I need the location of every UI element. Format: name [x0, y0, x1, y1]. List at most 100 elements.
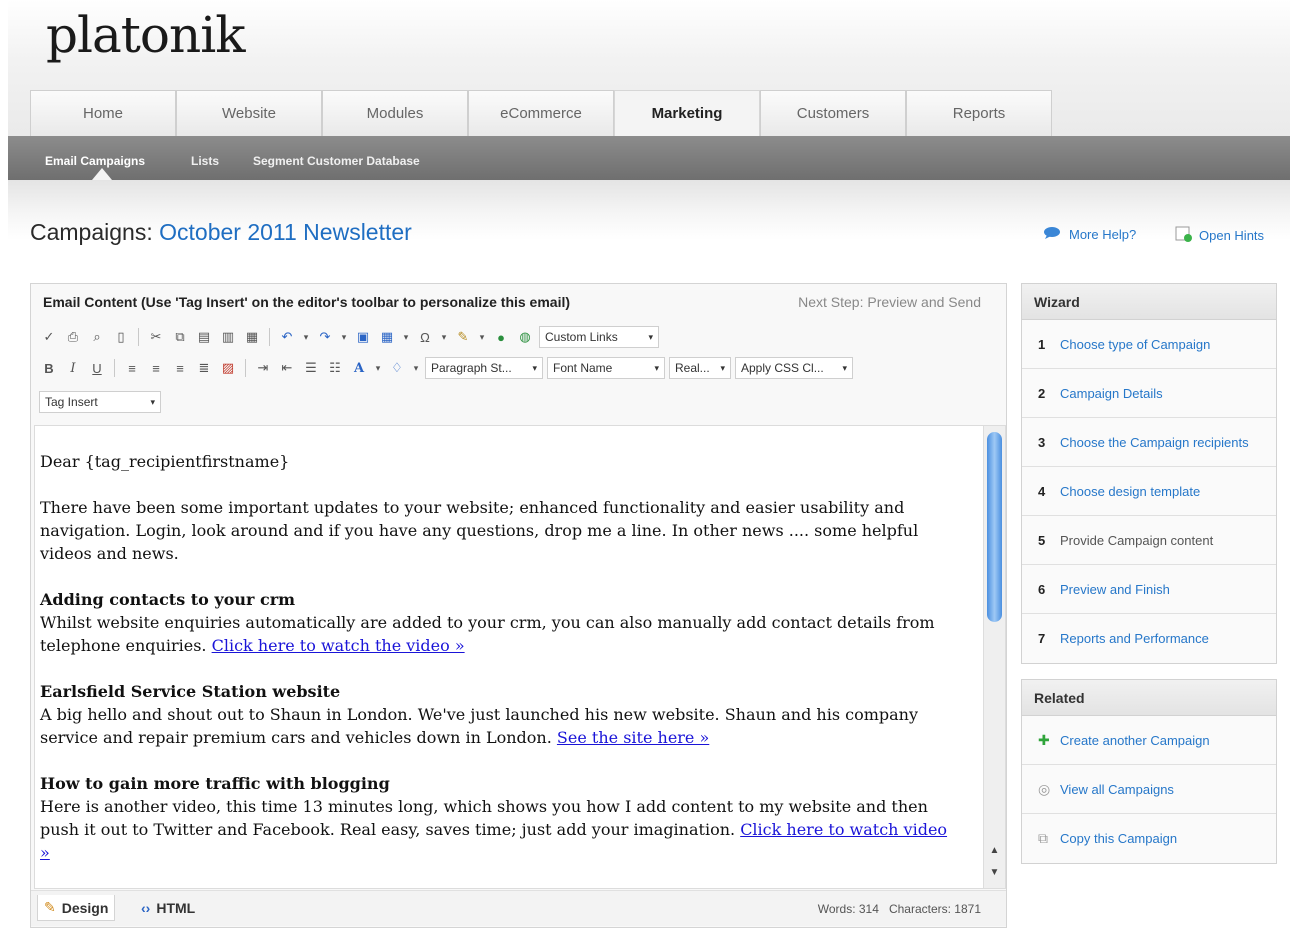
email-content-panel: Email Content (Use 'Tag Insert' on the e… [30, 283, 1007, 928]
word-count: Words: 314 [817, 902, 879, 916]
new-document-icon[interactable]: ▯ [111, 327, 131, 347]
wizard-title: Wizard [1022, 284, 1276, 320]
special-character-icon[interactable]: Ω [415, 327, 435, 347]
outdent-icon[interactable]: ⇤ [277, 358, 297, 378]
tab-home[interactable]: Home [30, 90, 176, 136]
bold-icon[interactable]: B [39, 358, 59, 378]
watch-video-link[interactable]: Click here to watch the video » [212, 636, 465, 655]
view-all-campaigns[interactable]: ◎ View all Campaigns [1022, 765, 1276, 814]
numbered-list-icon[interactable]: ☰ [301, 358, 321, 378]
justify-icon[interactable]: ≣ [194, 358, 214, 378]
step-number: 7 [1038, 631, 1046, 646]
editor-toolbar-row-2: B I U ≡ ≡ ≡ ≣ ▨ ⇥ ⇤ ☰ ☷ A ▾ ♢ ▾ Paragrap… [39, 355, 853, 381]
underline-icon[interactable]: U [87, 358, 107, 378]
email-section-2: Earlsfield Service Station website A big… [40, 680, 960, 749]
scrollbar-thumb[interactable] [987, 432, 1002, 622]
apply-css-class-select[interactable]: Apply CSS Cl... ▾ [735, 357, 853, 379]
align-right-icon[interactable]: ≡ [170, 358, 190, 378]
redo-icon[interactable]: ↷ [315, 327, 335, 347]
editor-header: Email Content (Use 'Tag Insert' on the e… [31, 284, 1006, 320]
toolbar-separator [138, 328, 139, 346]
pencil-icon: ✎ [44, 899, 56, 915]
paste-word-icon[interactable]: ▦ [242, 327, 262, 347]
step-label: Provide Campaign content [1060, 532, 1214, 548]
table-icon[interactable]: ▦ [377, 327, 397, 347]
tab-customers[interactable]: Customers [760, 90, 906, 136]
tab-modules[interactable]: Modules [322, 90, 468, 136]
cut-icon[interactable]: ✂ [146, 327, 166, 347]
font-color-dropdown-icon[interactable]: ▾ [373, 358, 383, 378]
more-help-link[interactable]: More Help? [1043, 226, 1136, 243]
design-mode-tab[interactable]: ✎ Design [37, 895, 116, 921]
tab-ecommerce[interactable]: eCommerce [468, 90, 614, 136]
highlight-color-icon[interactable]: ♢ [387, 358, 407, 378]
font-color-icon[interactable]: A [349, 358, 369, 378]
subnav-email-campaigns[interactable]: Email Campaigns [45, 154, 145, 168]
email-body-editor[interactable]: Dear {tag_recipientfirstname} There have… [34, 425, 1006, 889]
align-center-icon[interactable]: ≡ [146, 358, 166, 378]
chevron-down-icon: ▾ [720, 362, 725, 373]
chevron-down-icon: ▾ [654, 362, 659, 373]
tab-marketing[interactable]: Marketing [614, 90, 760, 136]
wizard-step-4[interactable]: 4 Choose design template [1022, 467, 1276, 516]
font-size-select[interactable]: Real... ▾ [669, 357, 731, 379]
spellcheck-icon[interactable]: ✓ [39, 327, 59, 347]
subnav-segment-customer-database[interactable]: Segment Customer Database [253, 154, 420, 168]
indent-icon[interactable]: ⇥ [253, 358, 273, 378]
italic-icon[interactable]: I [63, 358, 83, 378]
tab-website[interactable]: Website [176, 90, 322, 136]
wizard-step-1[interactable]: 1 Choose type of Campaign [1022, 320, 1276, 369]
wizard-step-6[interactable]: 6 Preview and Finish [1022, 565, 1276, 614]
format-dropdown-icon[interactable]: ▾ [477, 327, 487, 347]
editor-scrollbar[interactable]: ▲ ▼ [983, 426, 1005, 888]
see-site-link[interactable]: See the site here » [557, 728, 709, 747]
undo-dropdown-icon[interactable]: ▾ [301, 327, 311, 347]
scroll-down-icon[interactable]: ▼ [987, 864, 1002, 880]
code-icon: ‹› [141, 900, 151, 916]
hints-icon [1175, 226, 1193, 245]
wizard-step-2[interactable]: 2 Campaign Details [1022, 369, 1276, 418]
subnav-lists[interactable]: Lists [191, 154, 219, 168]
align-left-icon[interactable]: ≡ [122, 358, 142, 378]
related-label: View all Campaigns [1060, 781, 1174, 797]
html-mode-tab[interactable]: ‹› HTML [135, 895, 201, 921]
custom-links-select[interactable]: Custom Links ▾ [539, 326, 659, 348]
highlight-dropdown-icon[interactable]: ▾ [411, 358, 421, 378]
create-another-campaign[interactable]: ✚ Create another Campaign [1022, 716, 1276, 765]
custom-links-label: Custom Links [545, 330, 618, 344]
wizard-step-7[interactable]: 7 Reports and Performance [1022, 614, 1276, 663]
toolbar-separator [269, 328, 270, 346]
format-brush-icon[interactable]: ✎ [453, 327, 473, 347]
remove-format-icon[interactable]: ▨ [218, 358, 238, 378]
paste-icon[interactable]: ▤ [194, 327, 214, 347]
tab-reports[interactable]: Reports [906, 90, 1052, 136]
step-number: 5 [1038, 532, 1046, 548]
next-step-link[interactable]: Next Step: Preview and Send [798, 294, 981, 310]
copy-this-campaign[interactable]: ⧉ Copy this Campaign [1022, 814, 1276, 863]
related-title: Related [1022, 680, 1276, 716]
print-icon[interactable]: ⎙ [63, 327, 83, 347]
more-help-label: More Help? [1069, 227, 1137, 242]
table-dropdown-icon[interactable]: ▾ [401, 327, 411, 347]
character-dropdown-icon[interactable]: ▾ [439, 327, 449, 347]
tag-insert-select[interactable]: Tag Insert ▾ [39, 391, 161, 413]
link-icon[interactable]: ● [491, 327, 511, 347]
wizard-step-5: 5 Provide Campaign content [1022, 516, 1276, 565]
image-icon[interactable]: ▣ [353, 327, 373, 347]
paragraph-style-select[interactable]: Paragraph St... ▾ [425, 357, 543, 379]
scroll-up-icon[interactable]: ▲ [987, 842, 1002, 858]
font-name-select[interactable]: Font Name ▾ [547, 357, 665, 379]
bullet-list-icon[interactable]: ☷ [325, 358, 345, 378]
section-body: A big hello and shout out to Shaun in Lo… [40, 705, 918, 747]
wizard-step-3[interactable]: 3 Choose the Campaign recipients [1022, 418, 1276, 467]
related-label: Copy this Campaign [1060, 831, 1178, 846]
open-hints-link[interactable]: Open Hints [1175, 226, 1264, 245]
redo-dropdown-icon[interactable]: ▾ [339, 327, 349, 347]
speech-bubble-icon [1043, 226, 1063, 243]
paste-text-icon[interactable]: ▥ [218, 327, 238, 347]
undo-icon[interactable]: ↶ [277, 327, 297, 347]
copy-icon[interactable]: ⧉ [170, 327, 190, 347]
list-icon: ◎ [1038, 780, 1051, 797]
find-icon[interactable]: ⌕ [87, 327, 107, 347]
unlink-icon[interactable]: ◍ [515, 327, 535, 347]
